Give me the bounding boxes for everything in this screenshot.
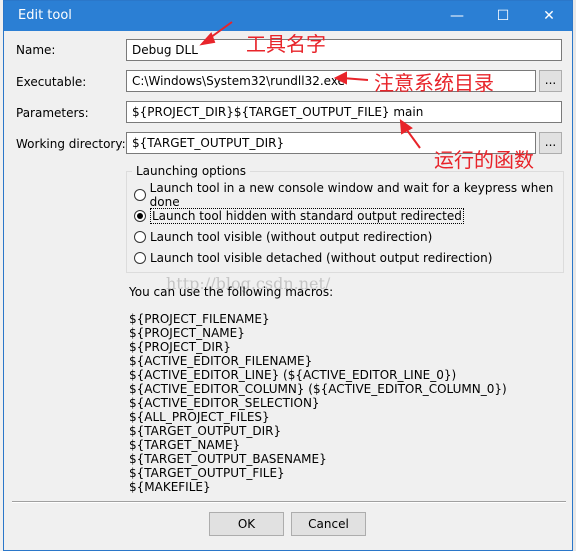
- arrowhead-system-dir: [333, 71, 347, 85]
- annotation-run-function: 运行的函数: [434, 148, 534, 172]
- arrowhead-run-function: [399, 118, 413, 135]
- annotation-system-dir: 注意系统目录: [374, 71, 494, 95]
- arrowhead-tool-name: [199, 32, 216, 46]
- annotation-tool-name: 工具名字: [246, 32, 326, 56]
